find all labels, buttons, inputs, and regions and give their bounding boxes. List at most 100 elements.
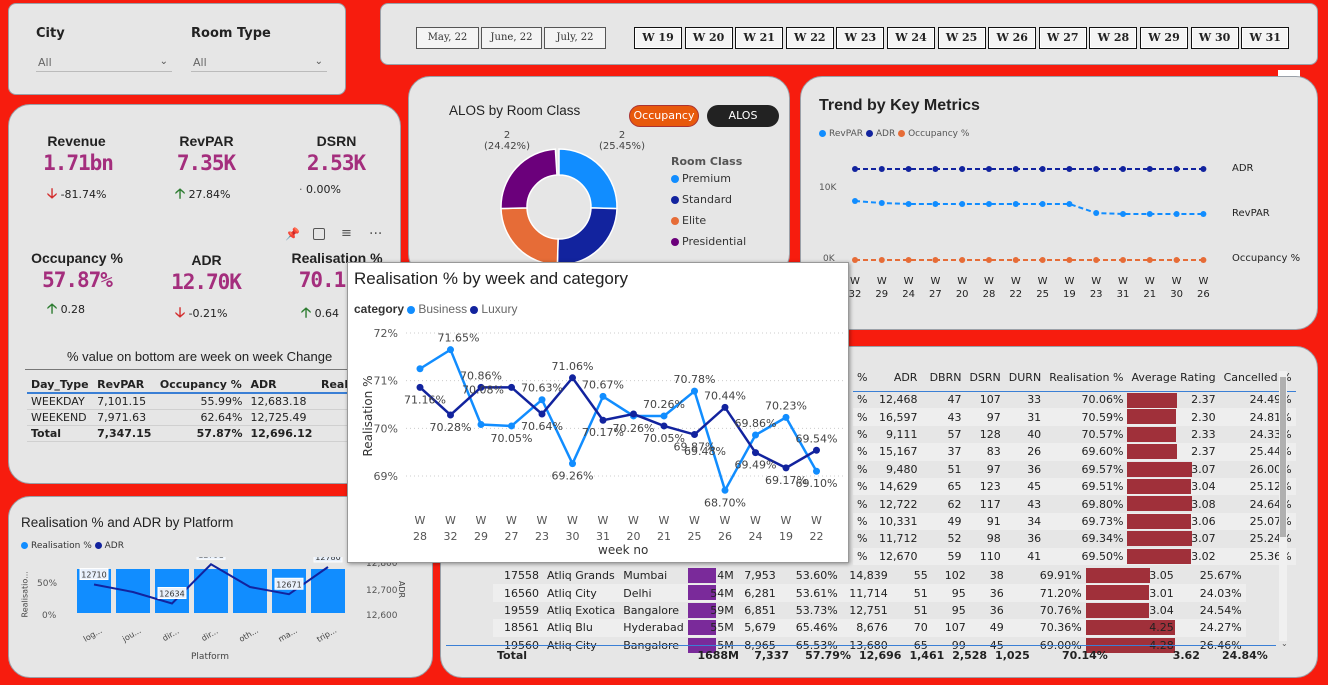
table-row[interactable]: % 16,597 43 97 31 70.59% 2.30 24.81% — [853, 408, 1296, 426]
month-july[interactable]: July, 22 — [544, 27, 606, 49]
table-row[interactable]: WEEKDAY 7,101.15 55.99% 12,683.18 69. — [27, 393, 387, 410]
cell: 55M — [687, 619, 738, 637]
week-button[interactable]: W 19 — [634, 27, 682, 49]
legend-item[interactable]: Occupancy % — [898, 129, 969, 139]
city-dropdown[interactable]: All ⌄ — [36, 54, 172, 72]
trend-adr-point — [986, 166, 992, 172]
week-button[interactable]: W 21 — [735, 27, 784, 49]
rating-bar — [1085, 568, 1150, 583]
scrollbar-thumb[interactable] — [1280, 377, 1286, 537]
platform-adr-label: 12634 — [159, 590, 184, 599]
pin-icon[interactable]: 📌 — [285, 227, 301, 243]
table-row[interactable]: % 11,712 52 98 36 69.34% 3.07 25.24% — [853, 530, 1296, 547]
rating-bar — [1085, 602, 1150, 618]
table-row[interactable]: 16560 Atliq City Delhi 54M 6,281 53.61% 11,714… — [493, 584, 1246, 602]
legend-item[interactable]: ADR — [94, 541, 124, 551]
platform-x-tick: oth... — [238, 626, 260, 644]
table-row[interactable]: % 9,111 57 128 40 70.57% 2.33 24.33% — [853, 426, 1296, 443]
table-row[interactable]: 17558 Atliq Grands Mumbai 4M 7,953 53.60% 14,8… — [493, 567, 1246, 584]
cell: 38 — [989, 569, 1004, 583]
donut-label-left-pct: (24.42%) — [484, 141, 530, 152]
table-row[interactable]: % 12,468 47 107 33 70.06% 2.37 24.49% — [853, 391, 1296, 408]
header-cell: Realisation % — [1045, 365, 1128, 392]
cell: 54M — [687, 584, 738, 602]
table-row[interactable]: % 12,670 59 110 41 69.50% 3.02 25.36% — [853, 547, 1296, 565]
vertical-scrollbar[interactable] — [1279, 371, 1287, 641]
cell: 12,670 — [871, 547, 922, 565]
week-button[interactable]: W 25 — [937, 27, 986, 49]
week-button[interactable]: W 24 — [887, 27, 935, 49]
cell: 107 — [979, 393, 1001, 407]
cell: 19559 — [504, 603, 539, 617]
point-label: 70.08% — [462, 383, 504, 396]
table-row[interactable]: 18561 Atliq Blu Hyderabad 55M 5,679 65.46% 8,6… — [493, 619, 1246, 637]
filter-icon[interactable]: ≡ — [341, 226, 352, 241]
platform-bar — [233, 569, 267, 613]
header-cell: RevPAR — [93, 377, 156, 394]
cell: 70.14% — [1062, 649, 1108, 663]
scroll-down-icon[interactable]: ⌄ — [1281, 639, 1288, 648]
legend-item[interactable]: ADR — [865, 129, 895, 139]
week-button[interactable]: W 29 — [1140, 27, 1188, 49]
hotel-table-full: 17558 Atliq Grands Mumbai 4M 7,953 53.60% 14,8… — [493, 567, 1246, 654]
cell: 2.37 — [1127, 443, 1220, 461]
legend-item[interactable]: Standard — [671, 193, 746, 206]
table-row[interactable]: WEEKEND 7,971.63 62.64% 12,725.49 70. — [27, 409, 387, 426]
week-button[interactable]: W 27 — [1038, 27, 1087, 49]
alos-toggle-button[interactable]: ALOS — [707, 105, 779, 127]
week-button[interactable]: W 23 — [836, 27, 885, 49]
week-button[interactable]: W 31 — [1241, 27, 1290, 49]
legend-item[interactable]: Presidential — [671, 235, 746, 248]
cell: 1688M — [697, 649, 739, 663]
occupancy-toggle-button[interactable]: Occupancy — [629, 105, 699, 127]
copy-icon[interactable] — [313, 228, 325, 240]
legend-item[interactable]: RevPAR — [819, 129, 863, 139]
legend-dot-icon — [819, 130, 826, 137]
chevron-down-icon: ⌄ — [314, 56, 323, 67]
table-row[interactable]: % 10,331 49 91 34 69.73% 3.06 25.07% — [853, 512, 1296, 531]
data-point — [447, 411, 454, 419]
more-options-icon[interactable]: ... — [369, 222, 382, 238]
week-button[interactable]: W 20 — [684, 27, 733, 49]
cell: 3.07 — [1127, 530, 1219, 547]
platform-combo-chart: 12710 12634 12791 12671 12780 log... jou... dir… — [77, 557, 345, 644]
rating-bar — [1127, 392, 1177, 408]
data-point — [599, 392, 607, 400]
table-row[interactable]: 19559 Atliq Exotica Bangalore 59M 6,851 53.73… — [493, 602, 1246, 619]
cell: 9,480 — [885, 462, 918, 476]
month-may[interactable]: May, 22 — [416, 27, 479, 49]
x-tick-label: W — [537, 514, 548, 527]
cell: 95 — [951, 603, 966, 617]
week-button[interactable]: W 30 — [1190, 27, 1239, 49]
cell: Hyderabad — [619, 619, 688, 637]
room-type-dropdown[interactable]: All ⌄ — [191, 54, 327, 72]
legend-item[interactable]: Realisation % — [21, 541, 92, 551]
week-button[interactable]: W 26 — [988, 27, 1037, 49]
data-point — [691, 387, 698, 395]
header-cell: DBRN — [921, 365, 966, 392]
trend-title: Trend by Key Metrics — [819, 97, 980, 114]
rating-bar — [1127, 478, 1192, 494]
data-point — [752, 431, 759, 439]
x-tick-label: 23 — [535, 530, 549, 543]
month-june[interactable]: June, 22 — [481, 27, 542, 49]
point-label: 69.17% — [765, 474, 807, 487]
table-row[interactable]: % 15,167 37 83 26 69.60% 2.37 25.44% — [853, 443, 1296, 461]
week-button[interactable]: W 28 — [1089, 27, 1138, 49]
trend-x-tick: W 25 — [1036, 276, 1049, 300]
trend-x-tick: W 20 — [955, 276, 969, 300]
cell: 4.25 — [1085, 619, 1178, 637]
platform-x-tick: ma... — [277, 626, 299, 644]
cell: 15,167 — [871, 443, 922, 461]
platform-adr-label: 12710 — [81, 571, 106, 580]
dot-icon: · — [299, 183, 303, 196]
table-row[interactable]: % 9,480 51 97 36 69.57% 3.07 26.00% — [853, 461, 1296, 478]
week-button[interactable]: W 22 — [785, 27, 834, 49]
cell: WEEKEND — [27, 409, 94, 426]
legend-item[interactable]: Elite — [671, 214, 746, 227]
table-row[interactable]: % 12,722 62 117 43 69.80% 3.08 24.64% — [853, 495, 1296, 512]
legend-item[interactable]: Premium — [671, 172, 746, 185]
cell: 51 — [891, 584, 932, 602]
table-row[interactable]: % 14,629 65 123 45 69.51% 3.04 25.12% — [853, 477, 1296, 496]
point-label: 70.23% — [765, 399, 807, 412]
